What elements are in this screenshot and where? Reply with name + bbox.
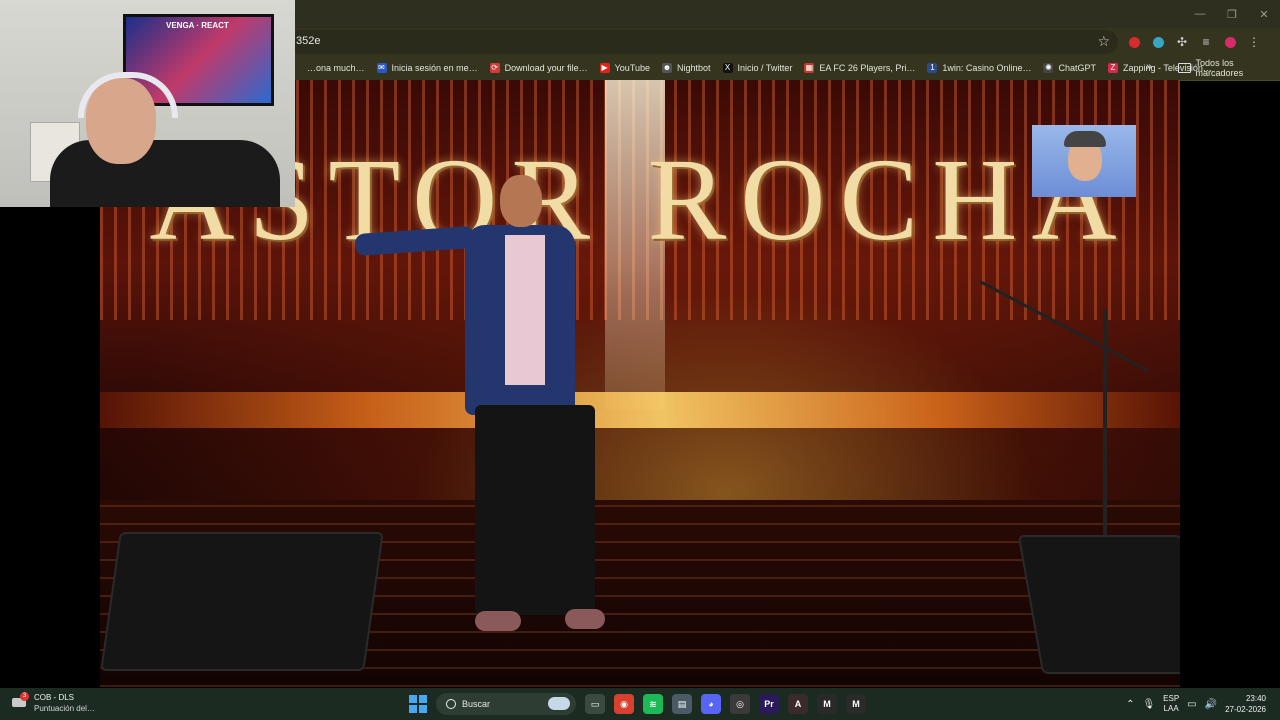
bookmarks-list: …ona much… ✉ Inicia sesión en me… ⟳ Download… xyxy=(292,56,1212,80)
bookmark-favicon-icon: Z xyxy=(1107,63,1118,73)
taskbar-search[interactable]: Buscar xyxy=(436,693,576,715)
address-bar[interactable]: 352e ☆ xyxy=(288,30,1118,54)
taskbar-app-spotify-icon[interactable]: ≋ xyxy=(643,694,663,714)
clock-date: 27-02-2026 xyxy=(1225,705,1266,714)
search-icon xyxy=(446,699,456,709)
extensions-row: ✣ ≡ ⋮ xyxy=(1124,32,1264,52)
taskbar-clock[interactable]: 23:40 27-02-2026 xyxy=(1225,693,1266,715)
bookmark-favicon-icon: ✉ xyxy=(376,63,387,73)
bookmark-favicon-icon: ☻ xyxy=(662,63,672,73)
bookmark-item[interactable]: ✉ Inicia sesión en me… xyxy=(376,63,478,73)
taskbar-app-discord-icon[interactable]: ◕ xyxy=(701,694,721,714)
start-windows-icon[interactable] xyxy=(409,695,427,713)
browser-menu-icon[interactable]: ⋮ xyxy=(1244,32,1264,52)
bookmark-label: Inicia sesión en me… xyxy=(391,63,478,73)
bookmark-favicon-icon: ▶ xyxy=(599,63,610,73)
bookmark-favicon-icon: 1 xyxy=(927,63,938,73)
system-tray: ⌃ 🎙 ESP LAA ▭ 🔊 23:40 27-02-2026 xyxy=(1126,688,1280,720)
network-icon[interactable]: ▭ xyxy=(1187,699,1196,710)
taskbar-app-app-grey-icon[interactable]: ▤ xyxy=(672,694,692,714)
extension-red-icon[interactable] xyxy=(1124,32,1144,52)
streamer xyxy=(50,70,280,207)
bookmark-label: Nightbot xyxy=(677,63,711,73)
minimize-button[interactable]: — xyxy=(1184,0,1216,28)
taskbar-app-app-m2-icon[interactable]: M xyxy=(846,694,866,714)
bookmark-favicon-icon: ✺ xyxy=(1043,63,1054,73)
profile-avatar-icon[interactable] xyxy=(1220,32,1240,52)
search-highlight-icon xyxy=(548,697,570,710)
bookmark-favicon-icon: ⟳ xyxy=(489,63,500,73)
bookmark-item[interactable]: X Inicio / Twitter xyxy=(722,63,793,73)
bookmark-item[interactable]: ☻ Nightbot xyxy=(662,63,711,73)
tab-search-icon[interactable]: ≡ xyxy=(1196,32,1216,52)
extension-translate-icon[interactable] xyxy=(1148,32,1168,52)
taskbar-app-file-explorer-icon[interactable]: ▭ xyxy=(585,694,605,714)
search-label: Buscar xyxy=(462,699,491,709)
bookmark-label: 1win: Casino Online… xyxy=(942,63,1032,73)
chevron-up-icon[interactable]: ⌃ xyxy=(1126,699,1134,710)
performer-shoe xyxy=(565,609,605,629)
taskbar-notification[interactable]: 3 COB - DLS Puntuación del… xyxy=(10,692,95,714)
window-controls: — ❐ ✕ xyxy=(1184,0,1280,28)
bookmark-item[interactable]: ⟳ Download your file… xyxy=(489,63,588,73)
taskbar-app-app-m1-icon[interactable]: M xyxy=(817,694,837,714)
close-button[interactable]: ✕ xyxy=(1248,0,1280,28)
region-code: LAA xyxy=(1163,704,1179,713)
pip-overlay xyxy=(1032,125,1136,197)
clock-time: 23:40 xyxy=(1245,694,1266,703)
performer-shoe xyxy=(475,611,521,631)
taskbar-app-premiere-icon[interactable]: Pr xyxy=(759,694,779,714)
bookmarks-overflow-icon[interactable]: » xyxy=(1146,61,1152,73)
extensions-puzzle-icon[interactable]: ✣ xyxy=(1172,32,1192,52)
bookmark-label: Inicio / Twitter xyxy=(737,63,793,73)
bookmark-star-icon[interactable]: ☆ xyxy=(1097,33,1110,50)
performer-pants xyxy=(475,405,595,615)
language-code: ESP xyxy=(1163,694,1180,703)
maximize-button[interactable]: ❐ xyxy=(1216,0,1248,28)
volume-icon[interactable]: 🔊 xyxy=(1205,699,1217,710)
bookmark-item[interactable]: ▦ EA FC 26 Players, Pri… xyxy=(804,63,915,73)
bookmark-item[interactable]: ✺ ChatGPT xyxy=(1043,63,1096,73)
taskbar-app-affinity-icon[interactable]: A xyxy=(788,694,808,714)
stage-monitor-speaker-left xyxy=(100,532,384,671)
bookmark-label: ChatGPT xyxy=(1058,63,1096,73)
bookmark-item[interactable]: …ona much… xyxy=(292,63,365,73)
tv-screen-text: VENGA · REACT xyxy=(166,21,229,30)
bookmark-item[interactable]: 1 1win: Casino Online… xyxy=(927,63,1031,73)
bookmark-favicon-icon: ▦ xyxy=(804,63,815,73)
notification-subtitle: Puntuación del… xyxy=(34,704,95,713)
bookmark-label: …ona much… xyxy=(307,63,365,73)
all-bookmarks-label: Todos los marcadores xyxy=(1195,58,1244,78)
bookmark-label: YouTube xyxy=(614,63,650,73)
folder-icon xyxy=(1178,63,1191,73)
microphone-icon[interactable]: 🎙 xyxy=(1142,699,1155,710)
taskbar-app-obs-icon[interactable]: ◎ xyxy=(730,694,750,714)
bookmark-item[interactable]: ▶ YouTube xyxy=(599,63,650,73)
pip-cap xyxy=(1064,131,1106,147)
bookmark-label: EA FC 26 Players, Pri… xyxy=(819,63,916,73)
notification-title: COB - DLS xyxy=(34,693,75,702)
bookmark-label: Download your file… xyxy=(504,63,588,73)
language-indicator[interactable]: ESP LAA xyxy=(1163,694,1179,714)
performer-head xyxy=(500,175,542,227)
trophy-icon: 3 xyxy=(10,692,29,708)
stage-glow-band xyxy=(100,392,1180,428)
taskbar-center: Buscar ▭ ◉ ≋ ▤ ◕ ◎ Pr A M M xyxy=(409,688,866,720)
streamer-body xyxy=(50,140,280,207)
address-url[interactable]: 352e xyxy=(296,35,320,47)
headset-icon xyxy=(78,72,178,118)
bookmark-favicon-icon: X xyxy=(722,63,733,73)
stage-monitor-speaker-right xyxy=(1017,535,1180,674)
webcam-overlay: VENGA · REACT xyxy=(0,0,295,207)
all-bookmarks-button[interactable]: Todos los marcadores xyxy=(1178,56,1280,80)
notification-badge: 3 xyxy=(20,692,29,701)
performer-shirt xyxy=(505,235,545,385)
windows-taskbar: 3 COB - DLS Puntuación del… Buscar ▭ ◉ ≋ ▤ ◕… xyxy=(0,688,1280,720)
performer xyxy=(354,175,635,645)
taskbar-app-chrome-icon[interactable]: ◉ xyxy=(614,694,634,714)
